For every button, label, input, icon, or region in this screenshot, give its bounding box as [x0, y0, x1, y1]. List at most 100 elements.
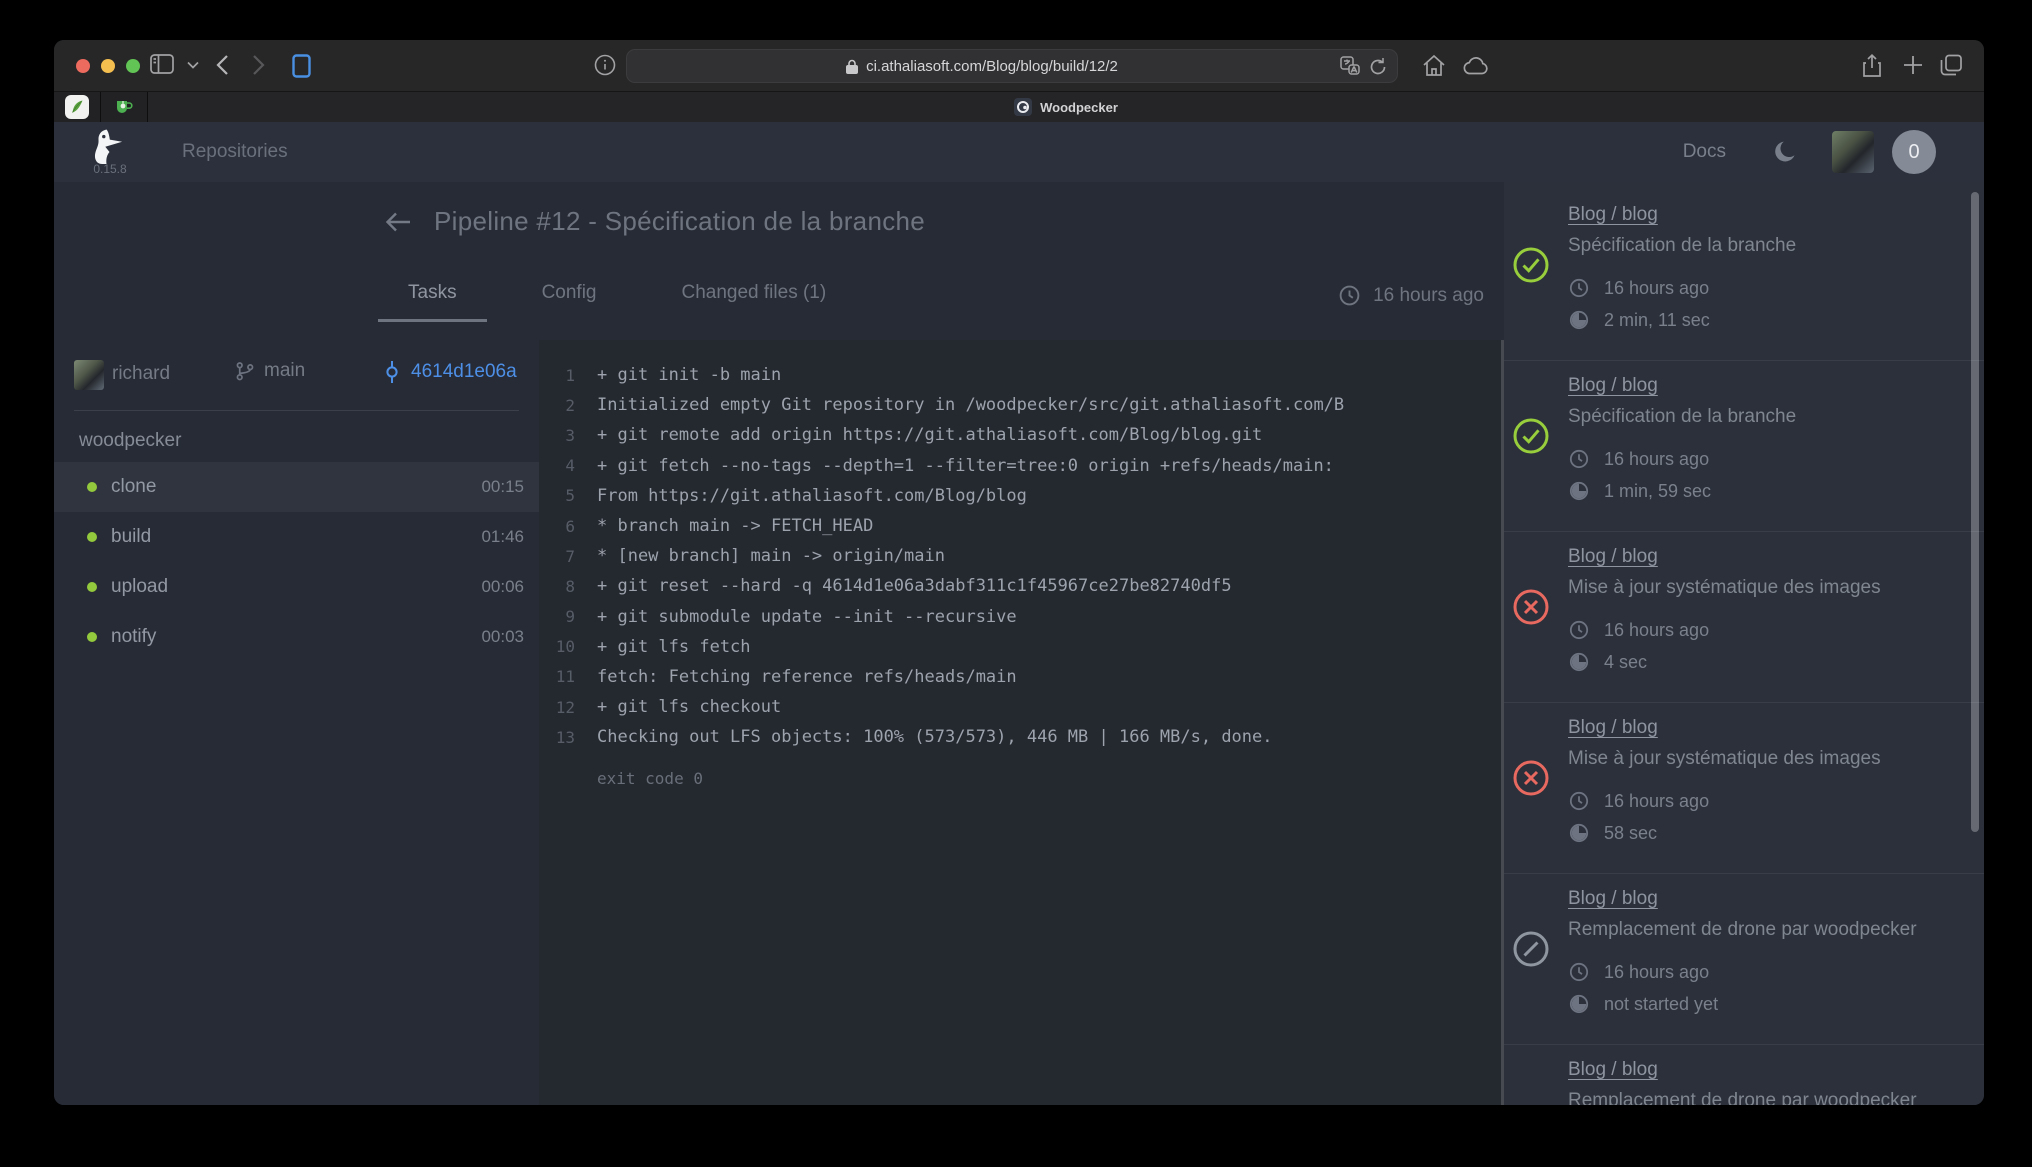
- build-message: Remplacement de drone par woodpecker: [1568, 1090, 1964, 1105]
- page-info-icon[interactable]: [594, 54, 616, 76]
- steps-sidebar: richard main 4614d1e06a woodpecker: [54, 340, 539, 1105]
- woodpecker-favicon: [1014, 98, 1032, 116]
- build-repo-link[interactable]: Blog / blog: [1568, 204, 1964, 226]
- active-tab[interactable]: Woodpecker: [148, 92, 1984, 122]
- nav-docs-link[interactable]: Docs: [1683, 141, 1726, 163]
- back-button[interactable]: [216, 54, 229, 76]
- build-duration: 58 sec: [1604, 823, 1657, 844]
- close-window-button[interactable]: [76, 59, 90, 73]
- tab-changed-files[interactable]: Changed files (1): [652, 274, 857, 319]
- safari-window: ci.athaliasoft.com/Blog/blog/build/12/2: [54, 40, 1984, 1105]
- success-status-icon: [1512, 417, 1550, 455]
- build-duration: 2 min, 11 sec: [1604, 310, 1710, 331]
- build-time: 16 hours ago: [1604, 620, 1709, 641]
- step-upload[interactable]: upload 00:06: [54, 562, 539, 612]
- build-entry[interactable]: Blog / blog Mise à jour systématique des…: [1504, 703, 1984, 874]
- log-line: 11fetch: Fetching reference refs/heads/m…: [539, 662, 1504, 692]
- tab-config[interactable]: Config: [512, 274, 627, 319]
- build-entry[interactable]: Blog / blog Remplacement de drone par wo…: [1504, 1045, 1984, 1105]
- forward-button[interactable]: [252, 54, 265, 76]
- commit-info-bar: richard main 4614d1e06a: [54, 340, 539, 410]
- sidebar-toggle-icon[interactable]: [150, 54, 174, 74]
- pipeline-time: 16 hours ago: [1338, 284, 1484, 307]
- pipeline-header: Pipeline #12 - Spécification de la branc…: [54, 182, 1504, 262]
- gitea-favicon: [114, 99, 134, 116]
- clock-icon: [1568, 448, 1590, 470]
- build-entry[interactable]: Blog / blog Remplacement de drone par wo…: [1504, 874, 1984, 1045]
- log-line: 8+ git reset --hard -q 4614d1e06a3dabf31…: [539, 571, 1504, 601]
- build-message: Spécification de la branche: [1568, 235, 1964, 257]
- step-group-label: woodpecker: [79, 430, 539, 452]
- log-line: 7* [new branch] main -> origin/main: [539, 541, 1504, 571]
- sidebar-chevron-icon[interactable]: [187, 61, 199, 69]
- url-text: ci.athaliasoft.com/Blog/blog/build/12/2: [866, 58, 1118, 75]
- clock-icon: [1338, 284, 1361, 307]
- build-repo-link[interactable]: Blog / blog: [1568, 546, 1964, 568]
- author-name: richard: [112, 363, 170, 385]
- step-clone[interactable]: clone 00:15: [54, 462, 539, 512]
- back-arrow-icon[interactable]: [383, 207, 413, 237]
- commit-link[interactable]: 4614d1e06a: [382, 360, 517, 384]
- home-icon[interactable]: [1422, 54, 1446, 77]
- log-line: 1+ git init -b main: [539, 360, 1504, 390]
- woodpecker-logo[interactable]: 0.15.8: [90, 128, 130, 176]
- tab-title: Woodpecker: [1040, 100, 1118, 115]
- clock-icon: [1568, 277, 1590, 299]
- reading-list-icon[interactable]: [292, 54, 311, 78]
- build-log[interactable]: 1+ git init -b main 2Initialized empty G…: [539, 340, 1504, 1105]
- divider: [74, 410, 519, 411]
- build-repo-link[interactable]: Blog / blog: [1568, 1059, 1964, 1081]
- build-entry[interactable]: Blog / blog Spécification de la branche …: [1504, 190, 1984, 361]
- build-history-sidebar: Blog / blog Spécification de la branche …: [1504, 180, 1984, 1105]
- build-repo-link[interactable]: Blog / blog: [1568, 888, 1964, 910]
- build-time: 16 hours ago: [1604, 449, 1709, 470]
- build-duration: 1 min, 59 sec: [1604, 481, 1711, 502]
- step-success-dot: [87, 532, 97, 542]
- log-line: 4+ git fetch --no-tags --depth=1 --filte…: [539, 451, 1504, 481]
- duration-icon: [1568, 822, 1590, 844]
- branch-icon: [234, 360, 255, 382]
- build-duration: not started yet: [1604, 994, 1718, 1015]
- tab-overview-icon[interactable]: [1940, 54, 1963, 77]
- exit-code: exit code 0: [539, 769, 1504, 788]
- reload-icon[interactable]: [1370, 57, 1387, 76]
- duration-icon: [1568, 651, 1590, 673]
- failure-status-icon: [1512, 759, 1550, 797]
- page-content: Pipeline #12 - Spécification de la branc…: [54, 182, 1984, 1105]
- user-avatar[interactable]: [1832, 131, 1874, 173]
- address-bar[interactable]: ci.athaliasoft.com/Blog/blog/build/12/2: [626, 49, 1398, 83]
- build-repo-link[interactable]: Blog / blog: [1568, 717, 1964, 739]
- build-entry[interactable]: Blog / blog Mise à jour systématique des…: [1504, 532, 1984, 703]
- translate-icon[interactable]: [1340, 56, 1360, 76]
- tab-bar: Woodpecker: [54, 92, 1984, 122]
- pinned-tab-2[interactable]: [101, 92, 148, 122]
- build-entry[interactable]: Blog / blog Spécification de la branche …: [1504, 361, 1984, 532]
- step-notify[interactable]: notify 00:03: [54, 612, 539, 662]
- build-duration: 4 sec: [1604, 652, 1647, 673]
- author-avatar: [74, 360, 104, 390]
- step-success-dot: [87, 482, 97, 492]
- cloud-icon[interactable]: [1462, 57, 1489, 75]
- build-message: Mise à jour systématique des images: [1568, 577, 1964, 599]
- build-message: Mise à jour systématique des images: [1568, 748, 1964, 770]
- browser-toolbar: ci.athaliasoft.com/Blog/blog/build/12/2: [54, 40, 1984, 92]
- success-status-icon: [1512, 246, 1550, 284]
- feather-favicon: [65, 95, 89, 119]
- step-build[interactable]: build 01:46: [54, 512, 539, 562]
- build-time: 16 hours ago: [1604, 962, 1709, 983]
- zoom-window-button[interactable]: [126, 59, 140, 73]
- dark-mode-toggle-icon[interactable]: [1772, 139, 1798, 165]
- commit-icon: [382, 360, 402, 384]
- pinned-tab-1[interactable]: [54, 92, 101, 122]
- tab-tasks[interactable]: Tasks: [378, 274, 487, 322]
- step-success-dot: [87, 582, 97, 592]
- new-tab-icon[interactable]: [1902, 54, 1924, 76]
- notification-badge[interactable]: 0: [1892, 130, 1936, 174]
- minimize-window-button[interactable]: [101, 59, 115, 73]
- share-icon[interactable]: [1862, 54, 1882, 78]
- build-repo-link[interactable]: Blog / blog: [1568, 375, 1964, 397]
- nav-repositories-link[interactable]: Repositories: [182, 141, 288, 163]
- page-title: Pipeline #12 - Spécification de la branc…: [434, 206, 925, 237]
- page-scrollbar[interactable]: [1971, 192, 1979, 832]
- build-time: 16 hours ago: [1604, 791, 1709, 812]
